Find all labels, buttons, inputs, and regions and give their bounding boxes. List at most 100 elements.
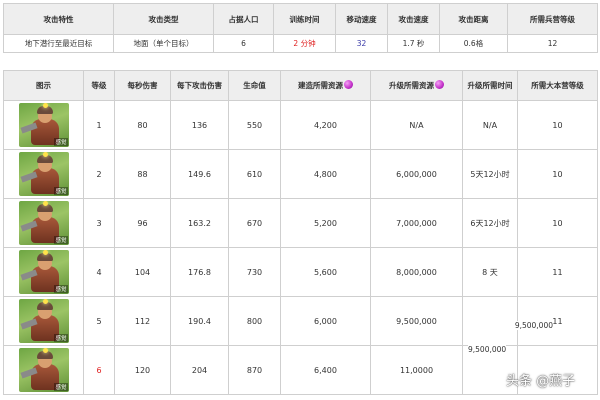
hp-cell: 670 [228, 198, 281, 248]
header-attack-type: 攻击类型 [113, 3, 214, 35]
dps-cell: 120 [114, 345, 171, 395]
attack-speed-value: 1.7 秒 [387, 34, 440, 53]
upgrade-cost-overlay: 9,500,000 [489, 321, 553, 330]
upgrade-cost-below-overlay: 9,500,000 [468, 345, 507, 354]
hp-cell: 610 [228, 149, 281, 199]
portrait: 感觉 [3, 345, 84, 395]
upgrade-cost-cell: 11,0000 [370, 345, 463, 395]
damage-per-hit-cell: 204 [170, 345, 229, 395]
research-cost-cell: 5,200 [280, 198, 371, 248]
attributes-header-row: 攻击特性 攻击类型 占据人口 训练时间 移动速度 攻击速度 攻击距离 所需兵营等… [3, 3, 598, 35]
level-cell: 1 [83, 100, 115, 150]
dps-cell: 88 [114, 149, 171, 199]
housing-value: 6 [213, 34, 274, 53]
hog-miner-portrait: 感觉 [18, 152, 69, 196]
level-cell: 5 [83, 296, 115, 346]
header-research-cost-label: 建造所需资源 [298, 81, 343, 90]
levels-table: 图示 等级 每秒伤害 每下攻击伤害 生命值 建造所需资源 升级所需资源 升级所需… [3, 70, 598, 395]
levels-body: 感觉 1 80 136 550 4,200 N/A N/A 10 感觉 2 88 149.6 610 4,8… [3, 100, 598, 395]
upgrade-cost-cell: 8,000,000 [370, 247, 463, 297]
header-upgrade-cost-label: 升级所需资源 [389, 81, 434, 90]
level-cell: 2 [83, 149, 115, 199]
table-row: 感觉 2 88 149.6 610 4,800 6,000,000 5天12小时 10 [3, 149, 598, 199]
portrait: 感觉 [3, 198, 84, 248]
header-move-speed: 移动速度 [335, 3, 388, 35]
portrait: 感觉 [3, 149, 84, 199]
upgrade-time-cell: N/A [462, 100, 518, 150]
hog-miner-portrait: 感觉 [18, 348, 69, 392]
upgrade-cost-cell: 7,000,000 [370, 198, 463, 248]
research-cost-cell: 5,600 [280, 247, 371, 297]
damage-per-hit-cell: 176.8 [170, 247, 229, 297]
portrait-tag: 感觉 [54, 383, 68, 391]
level-cell: 3 [83, 198, 115, 248]
header-lab-level: 所需大本营等级 [517, 70, 598, 101]
research-cost-cell: 4,200 [280, 100, 371, 150]
header-research-cost: 建造所需资源 [280, 70, 371, 101]
header-train-time: 训练时间 [273, 3, 336, 35]
attributes-table: 攻击特性 攻击类型 占据人口 训练时间 移动速度 攻击速度 攻击距离 所需兵营等… [3, 3, 598, 53]
level-cell: 6 [83, 345, 115, 395]
hog-miner-portrait: 感觉 [18, 103, 69, 147]
upgrade-time-cell: 6天12小时 [462, 198, 518, 248]
attack-feature-value: 地下潜行至最近目标 [3, 34, 114, 53]
header-level: 等级 [83, 70, 115, 101]
hp-cell: 550 [228, 100, 281, 150]
hog-miner-portrait: 感觉 [18, 299, 69, 343]
barracks-level-value: 12 [507, 34, 598, 53]
header-attack-range: 攻击距离 [439, 3, 508, 35]
header-barracks-level: 所需兵营等级 [507, 3, 598, 35]
portrait: 感觉 [3, 296, 84, 346]
watermark: 头条 @燕子 [506, 374, 576, 389]
dps-cell: 96 [114, 198, 171, 248]
table-row: 感觉 1 80 136 550 4,200 N/A N/A 10 [3, 100, 598, 150]
levels-header-row: 图示 等级 每秒伤害 每下攻击伤害 生命值 建造所需资源 升级所需资源 升级所需… [3, 70, 598, 101]
damage-per-hit-cell: 149.6 [170, 149, 229, 199]
header-attack-feature: 攻击特性 [3, 3, 114, 35]
table-row: 感觉 3 96 163.2 670 5,200 7,000,000 6天12小时 10 [3, 198, 598, 248]
header-damage-per-hit: 每下攻击伤害 [170, 70, 229, 101]
damage-per-hit-cell: 163.2 [170, 198, 229, 248]
hp-cell: 870 [228, 345, 281, 395]
hog-miner-portrait: 感觉 [18, 250, 69, 294]
header-hp: 生命值 [228, 70, 281, 101]
hog-miner-portrait: 感觉 [18, 201, 69, 245]
header-attack-speed: 攻击速度 [387, 3, 440, 35]
dps-cell: 112 [114, 296, 171, 346]
research-cost-cell: 4,800 [280, 149, 371, 199]
portrait-tag: 感觉 [54, 285, 68, 293]
lab-level-cell: 10 [517, 198, 598, 248]
portrait-tag: 感觉 [54, 138, 68, 146]
lab-level-cell: 10 [517, 100, 598, 150]
elixir-icon [435, 80, 444, 89]
upgrade-time-cell: 5天12小时 [462, 149, 518, 199]
table-row: 感觉 4 104 176.8 730 5,600 8,000,000 8 天 11 [3, 247, 598, 297]
upgrade-cost-cell: N/A [370, 100, 463, 150]
research-cost-cell: 6,000 [280, 296, 371, 346]
dps-cell: 80 [114, 100, 171, 150]
lab-level-cell: 11 [517, 247, 598, 297]
header-icon: 图示 [3, 70, 84, 101]
header-upgrade-time: 升级所需时间 [462, 70, 518, 101]
header-housing: 占据人口 [213, 3, 274, 35]
move-speed-value: 32 [335, 34, 388, 53]
dps-cell: 104 [114, 247, 171, 297]
header-dps: 每秒伤害 [114, 70, 171, 101]
attributes-row: 地下潜行至最近目标 地面（单个目标） 6 2 分钟 32 1.7 秒 0.6格 … [3, 34, 598, 53]
train-time-value: 2 分钟 [273, 34, 336, 53]
elixir-icon [344, 80, 353, 89]
header-upgrade-cost: 升级所需资源 [370, 70, 463, 101]
upgrade-time-cell: 8 天 [462, 247, 518, 297]
hp-cell: 800 [228, 296, 281, 346]
hp-cell: 730 [228, 247, 281, 297]
upgrade-cost-cell: 6,000,000 [370, 149, 463, 199]
damage-per-hit-cell: 136 [170, 100, 229, 150]
portrait-tag: 感觉 [54, 187, 68, 195]
portrait: 感觉 [3, 247, 84, 297]
portrait-tag: 感觉 [54, 236, 68, 244]
lab-level-cell: 10 [517, 149, 598, 199]
level-cell: 4 [83, 247, 115, 297]
damage-per-hit-cell: 190.4 [170, 296, 229, 346]
upgrade-cost-cell: 9,500,000 [370, 296, 463, 346]
portrait: 感觉 [3, 100, 84, 150]
